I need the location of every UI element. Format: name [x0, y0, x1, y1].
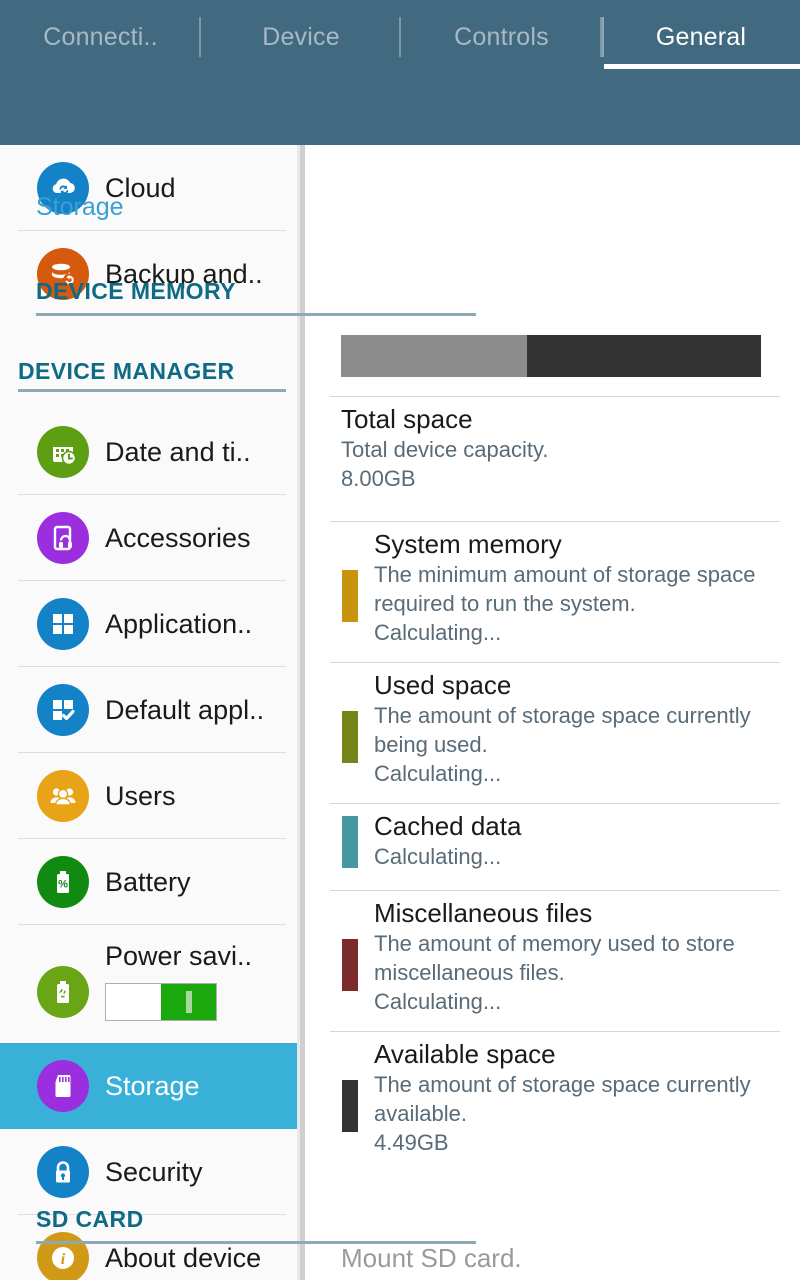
battery-icon: %	[37, 856, 89, 908]
row-description: The amount of memory used to store misce…	[374, 930, 735, 985]
power-saving-icon	[37, 966, 89, 1018]
row-value: Calculating...	[374, 988, 502, 1014]
sd-card-icon	[37, 1060, 89, 1112]
sidebar-item-storage[interactable]: Storage	[0, 1043, 297, 1129]
tab-bar: Connecti.. Device Controls General	[0, 0, 800, 74]
row-description: Total device capacity.	[341, 436, 549, 462]
tab-label: General	[655, 22, 747, 51]
sidebar-item-date-and-time[interactable]: Date and ti..	[0, 409, 297, 495]
sidebar-item-label: Power savi..	[105, 941, 253, 971]
toggle-on-track	[161, 984, 216, 1020]
storage-row-miscellaneous-files[interactable]: Miscellaneous files The amount of memory…	[330, 890, 780, 1026]
row-title: Miscellaneous files	[374, 898, 593, 928]
tab-label: Device	[262, 22, 340, 51]
section-divider	[36, 313, 476, 316]
search-row	[0, 74, 800, 204]
color-swatch	[342, 711, 358, 763]
row-value: Calculating...	[374, 843, 502, 869]
row-title: Used space	[374, 670, 512, 700]
section-header-sd-card: SD CARD	[36, 1206, 476, 1244]
row-title: Total space	[341, 404, 473, 434]
sidebar-item-default-applications[interactable]: Default appl..	[0, 667, 297, 753]
tab-label: Controls	[454, 22, 549, 51]
usage-bar-free-segment	[527, 335, 761, 377]
color-swatch	[342, 570, 358, 622]
section-label: DEVICE MEMORY	[36, 278, 236, 304]
usage-bar-used-segment	[341, 335, 528, 377]
sidebar-item-accessories[interactable]: Accessories	[0, 495, 297, 581]
storage-row-total-space[interactable]: Total space Total device capacity. 8.00G…	[330, 396, 780, 503]
storage-usage-bar	[341, 335, 761, 377]
toggle-indicator	[185, 991, 192, 1013]
row-title: Cached data	[374, 811, 522, 841]
sd-card-mount-note: Mount SD card.	[341, 1243, 522, 1273]
application-manager-icon	[37, 598, 89, 650]
storage-row-cached-data[interactable]: Cached data Calculating...	[330, 803, 780, 881]
tab-label: Connecti..	[43, 22, 158, 51]
sidebar-item-label: Date and ti..	[105, 436, 251, 467]
users-icon	[37, 770, 89, 822]
tab-general[interactable]: General	[602, 0, 800, 74]
storage-row-available-space[interactable]: Available space The amount of storage sp…	[330, 1031, 780, 1167]
sidebar-item-label: Default appl..	[105, 694, 265, 725]
tab-device[interactable]: Device	[201, 0, 401, 74]
date-time-icon	[37, 426, 89, 478]
row-description: The amount of storage space currently av…	[374, 1071, 751, 1126]
row-value: Calculating...	[374, 619, 502, 645]
svg-text:i: i	[61, 1251, 66, 1268]
row-description: The amount of storage space currently be…	[374, 702, 751, 757]
sidebar-item-label: Security	[105, 1156, 203, 1187]
sidebar-item-security[interactable]: Security	[0, 1129, 297, 1215]
row-description: The minimum amount of storage space requ…	[374, 561, 756, 616]
active-tab-indicator	[604, 64, 800, 69]
row-title: System memory	[374, 529, 562, 559]
sidebar-item-label: Application..	[105, 608, 253, 639]
svg-text:%: %	[58, 879, 68, 891]
top-bar: Connecti.. Device Controls General	[0, 0, 800, 204]
sidebar-item-label: Battery	[105, 866, 191, 897]
sidebar-item-users[interactable]: Users	[0, 753, 297, 839]
lock-icon	[37, 1146, 89, 1198]
row-value: Calculating...	[374, 760, 502, 786]
section-divider	[18, 389, 286, 392]
storage-row-system-memory[interactable]: System memory The minimum amount of stor…	[330, 521, 780, 657]
color-swatch	[342, 816, 358, 868]
sidebar-section-device-manager: DEVICE MANAGER	[0, 317, 297, 409]
tab-separator	[602, 17, 604, 57]
storage-row-used-space[interactable]: Used space The amount of storage space c…	[330, 662, 780, 798]
section-label: DEVICE MANAGER	[18, 358, 235, 384]
sidebar-item-battery[interactable]: % Battery	[0, 839, 297, 925]
toggle-knob	[106, 984, 161, 1020]
sidebar-item-label: Users	[105, 780, 176, 811]
sidebar-item-label: About device	[105, 1242, 262, 1273]
power-saving-toggle[interactable]	[105, 983, 217, 1021]
sidebar-item-application-manager[interactable]: Application..	[0, 581, 297, 667]
row-value: 4.49GB	[374, 1129, 449, 1155]
row-value: 8.00GB	[341, 465, 416, 491]
color-swatch	[342, 939, 358, 991]
sidebar-item-label: Storage	[105, 1070, 200, 1101]
breadcrumb[interactable]: Storage	[36, 193, 124, 222]
sidebar-item-label: Accessories	[105, 522, 251, 553]
settings-screen: Connecti.. Device Controls General Cloud…	[0, 0, 800, 1280]
row-title: Available space	[374, 1039, 556, 1069]
sidebar-item-power-saving[interactable]: Power savi..	[0, 925, 297, 1043]
accessories-icon	[37, 512, 89, 564]
tab-connections[interactable]: Connecti..	[0, 0, 201, 74]
tab-controls[interactable]: Controls	[401, 0, 602, 74]
section-label: SD CARD	[36, 1206, 144, 1232]
default-applications-icon	[37, 684, 89, 736]
color-swatch	[342, 1080, 358, 1132]
section-header-device-memory: DEVICE MEMORY	[36, 278, 476, 316]
